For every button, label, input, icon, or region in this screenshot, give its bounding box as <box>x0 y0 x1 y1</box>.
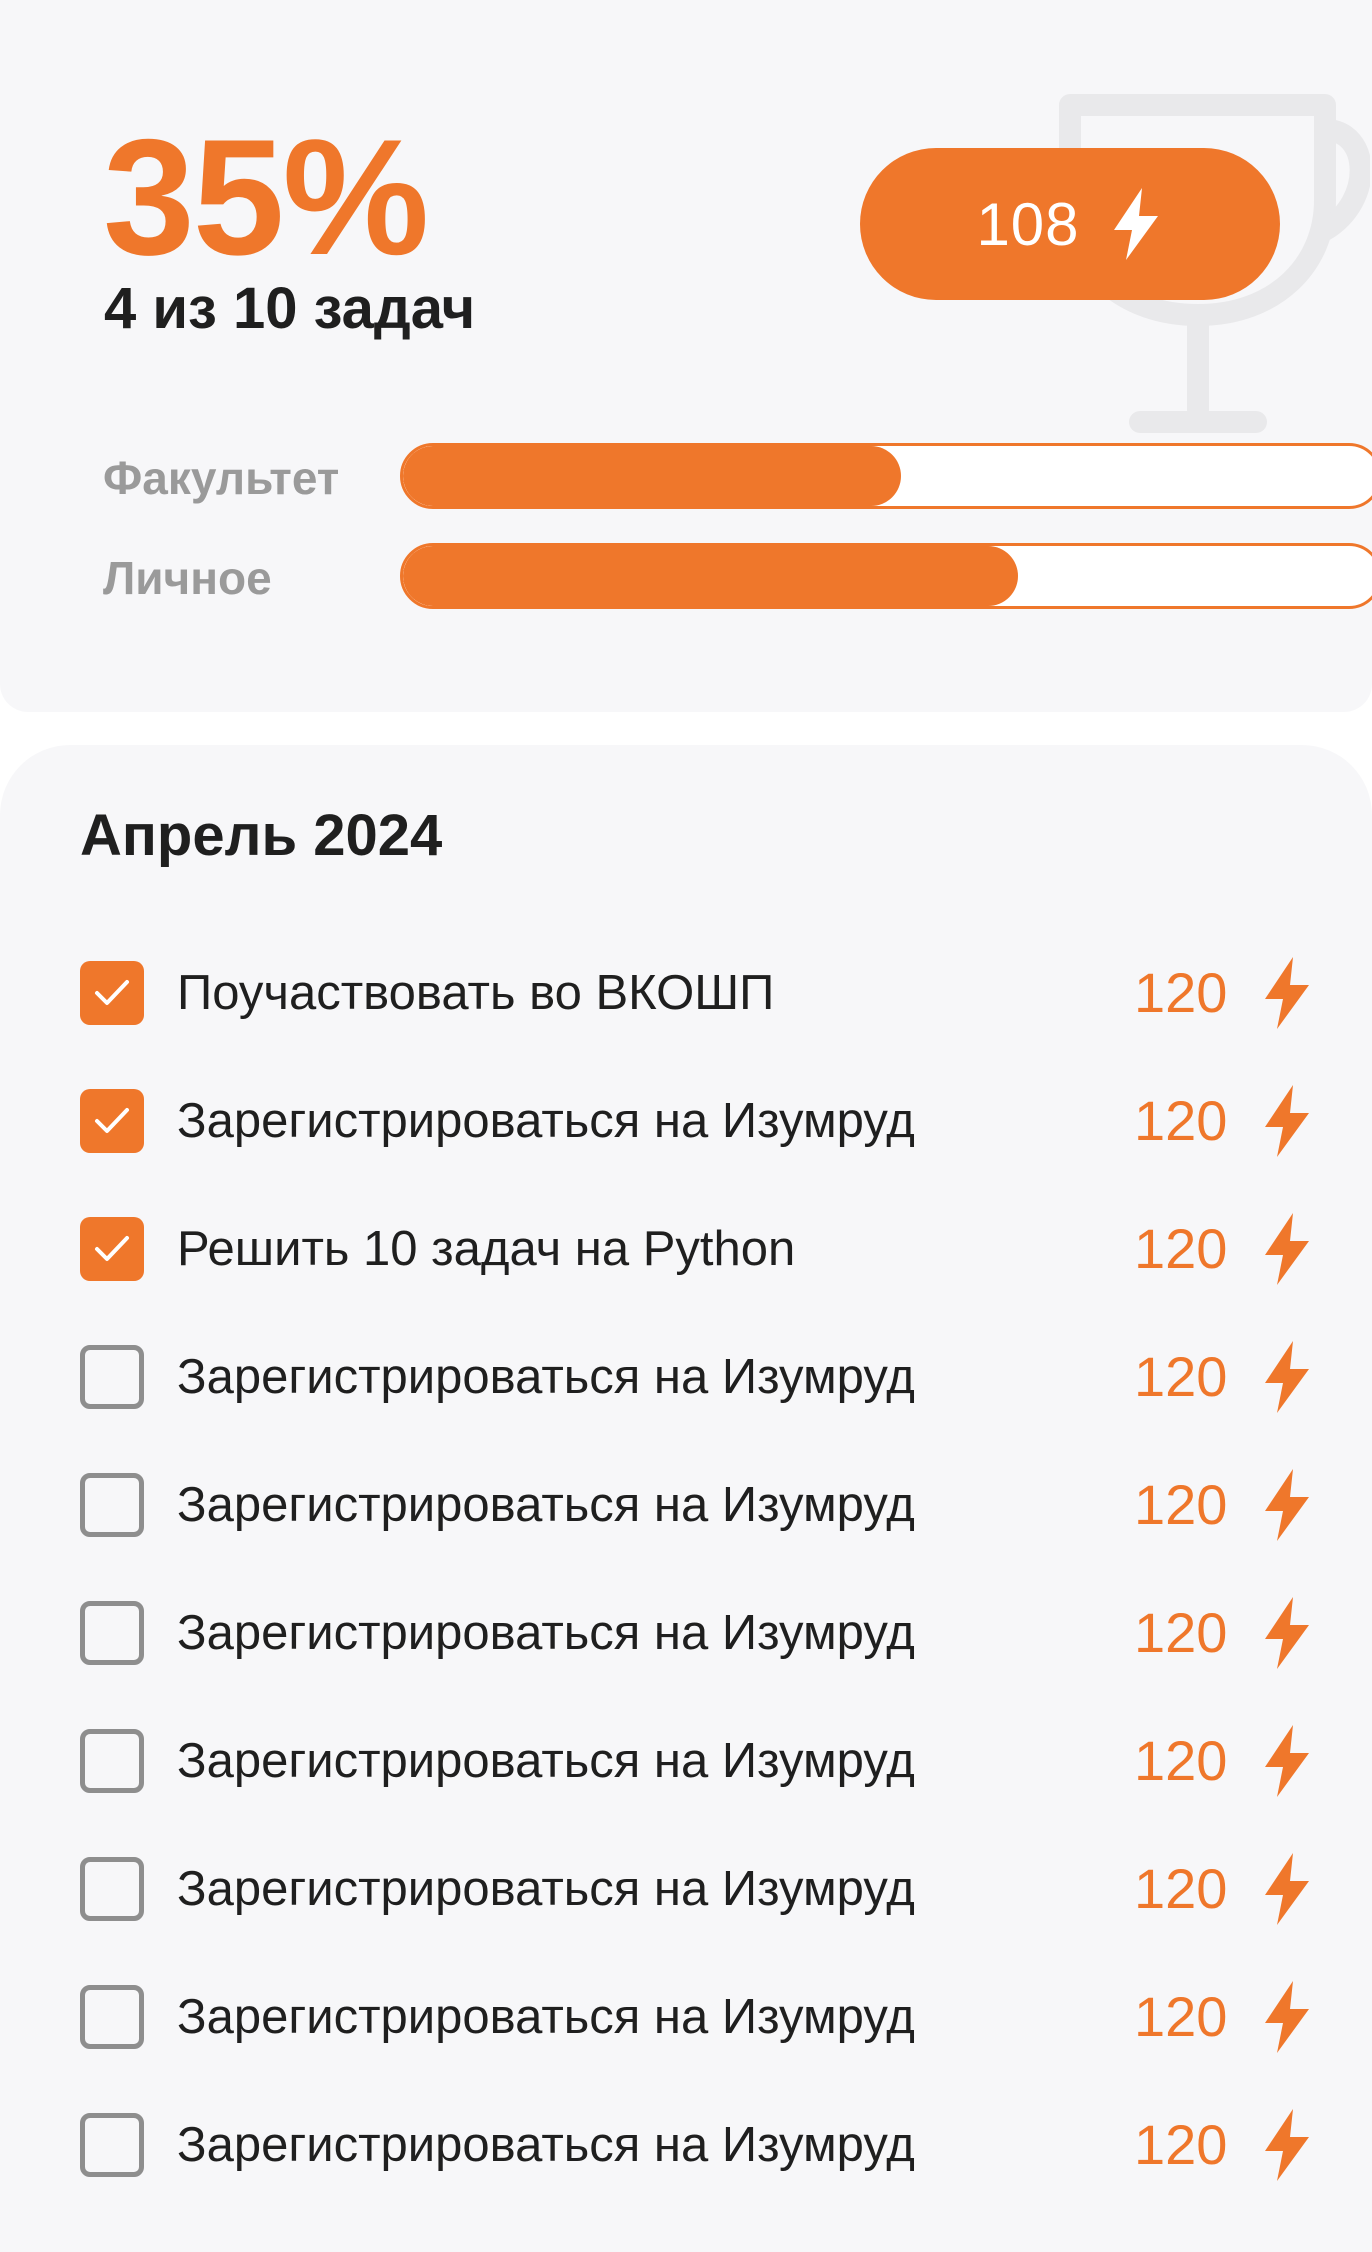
task-points: 120 <box>1134 1089 1228 1152</box>
task-item[interactable]: Зарегистрироваться на Изумруд 120 <box>0 1081 1372 1209</box>
faculty-progress-row: Факультет <box>103 443 1372 513</box>
task-label: Зарегистрироваться на Изумруд <box>177 1478 915 1532</box>
task-label: Поучаствовать во ВКОШП <box>177 966 775 1020</box>
task-checkbox[interactable] <box>80 1217 144 1281</box>
faculty-progress-fill <box>403 446 901 506</box>
task-label: Зарегистрироваться на Изумруд <box>177 1350 915 1404</box>
faculty-progress-label: Факультет <box>103 452 340 504</box>
task-item[interactable]: Зарегистрироваться на Изумруд 120 <box>0 1337 1372 1465</box>
lightning-bolt-icon <box>1265 2109 1309 2181</box>
lightning-bolt-icon <box>1265 1085 1309 1157</box>
task-points: 120 <box>1134 1729 1228 1792</box>
task-points: 120 <box>1134 1345 1228 1408</box>
lightning-bolt-icon <box>1265 957 1309 1029</box>
personal-progress-row: Личное <box>103 543 1372 613</box>
task-checkbox[interactable] <box>80 1857 144 1921</box>
task-checkbox[interactable] <box>80 1729 144 1793</box>
lightning-bolt-icon <box>1265 1469 1309 1541</box>
lightning-bolt-icon <box>1265 1853 1309 1925</box>
personal-progress-label: Личное <box>103 552 272 604</box>
task-list: Поучаствовать во ВКОШП 120 Зарегистриров… <box>0 953 1372 2233</box>
task-item[interactable]: Решить 10 задач на Python 120 <box>0 1209 1372 1337</box>
task-label: Решить 10 задач на Python <box>177 1222 796 1276</box>
checkmark-icon <box>95 1236 129 1261</box>
task-points: 120 <box>1134 1601 1228 1664</box>
lightning-bolt-icon <box>1265 1725 1309 1797</box>
task-checkbox[interactable] <box>80 1089 144 1153</box>
points-badge: 108 <box>860 148 1280 300</box>
progress-percent: 35% <box>103 105 429 289</box>
task-item[interactable]: Зарегистрироваться на Изумруд 120 <box>0 1977 1372 2105</box>
progress-card: 35% 4 из 10 задач 108 Факультет Личное <box>0 0 1372 712</box>
task-points: 120 <box>1134 1857 1228 1920</box>
task-item[interactable]: Зарегистрироваться на Изумруд 120 <box>0 1465 1372 1593</box>
task-item[interactable]: Зарегистрироваться на Изумруд 120 <box>0 1593 1372 1721</box>
lightning-bolt-icon <box>1265 1341 1309 1413</box>
task-label: Зарегистрироваться на Изумруд <box>177 1734 915 1788</box>
checkmark-icon <box>95 980 129 1005</box>
task-item[interactable]: Поучаствовать во ВКОШП 120 <box>0 953 1372 1081</box>
task-points: 120 <box>1134 1217 1228 1280</box>
task-checkbox[interactable] <box>80 1345 144 1409</box>
task-checkbox[interactable] <box>80 1985 144 2049</box>
task-checkbox[interactable] <box>80 2113 144 2177</box>
task-points: 120 <box>1134 2113 1228 2176</box>
task-checkbox[interactable] <box>80 1473 144 1537</box>
tasks-card: Апрель 2024 Поучаствовать во ВКОШП 120 З… <box>0 745 1372 2252</box>
month-title: Апрель 2024 <box>80 803 443 868</box>
task-points: 120 <box>1134 1985 1228 2048</box>
task-points: 120 <box>1134 961 1228 1024</box>
task-item[interactable]: Зарегистрироваться на Изумруд 120 <box>0 2105 1372 2233</box>
personal-progress-fill <box>403 546 1018 606</box>
task-item[interactable]: Зарегистрироваться на Изумруд 120 <box>0 1721 1372 1849</box>
tasks-done-count: 4 из 10 задач <box>104 276 476 341</box>
points-total: 108 <box>976 190 1080 258</box>
task-item[interactable]: Зарегистрироваться на Изумруд 120 <box>0 1849 1372 1977</box>
task-label: Зарегистрироваться на Изумруд <box>177 1094 915 1148</box>
personal-progress-bar <box>400 543 1372 609</box>
task-checkbox[interactable] <box>80 961 144 1025</box>
task-checkbox[interactable] <box>80 1601 144 1665</box>
task-label: Зарегистрироваться на Изумруд <box>177 1606 915 1660</box>
task-label: Зарегистрироваться на Изумруд <box>177 1862 915 1916</box>
lightning-bolt-icon <box>1265 1597 1309 1669</box>
lightning-bolt-icon <box>1265 1981 1309 2053</box>
task-points: 120 <box>1134 1473 1228 1536</box>
task-label: Зарегистрироваться на Изумруд <box>177 1990 915 2044</box>
checkmark-icon <box>95 1108 129 1133</box>
task-label: Зарегистрироваться на Изумруд <box>177 2118 915 2172</box>
lightning-bolt-icon <box>1113 188 1158 260</box>
faculty-progress-bar <box>400 443 1372 509</box>
lightning-bolt-icon <box>1265 1213 1309 1285</box>
